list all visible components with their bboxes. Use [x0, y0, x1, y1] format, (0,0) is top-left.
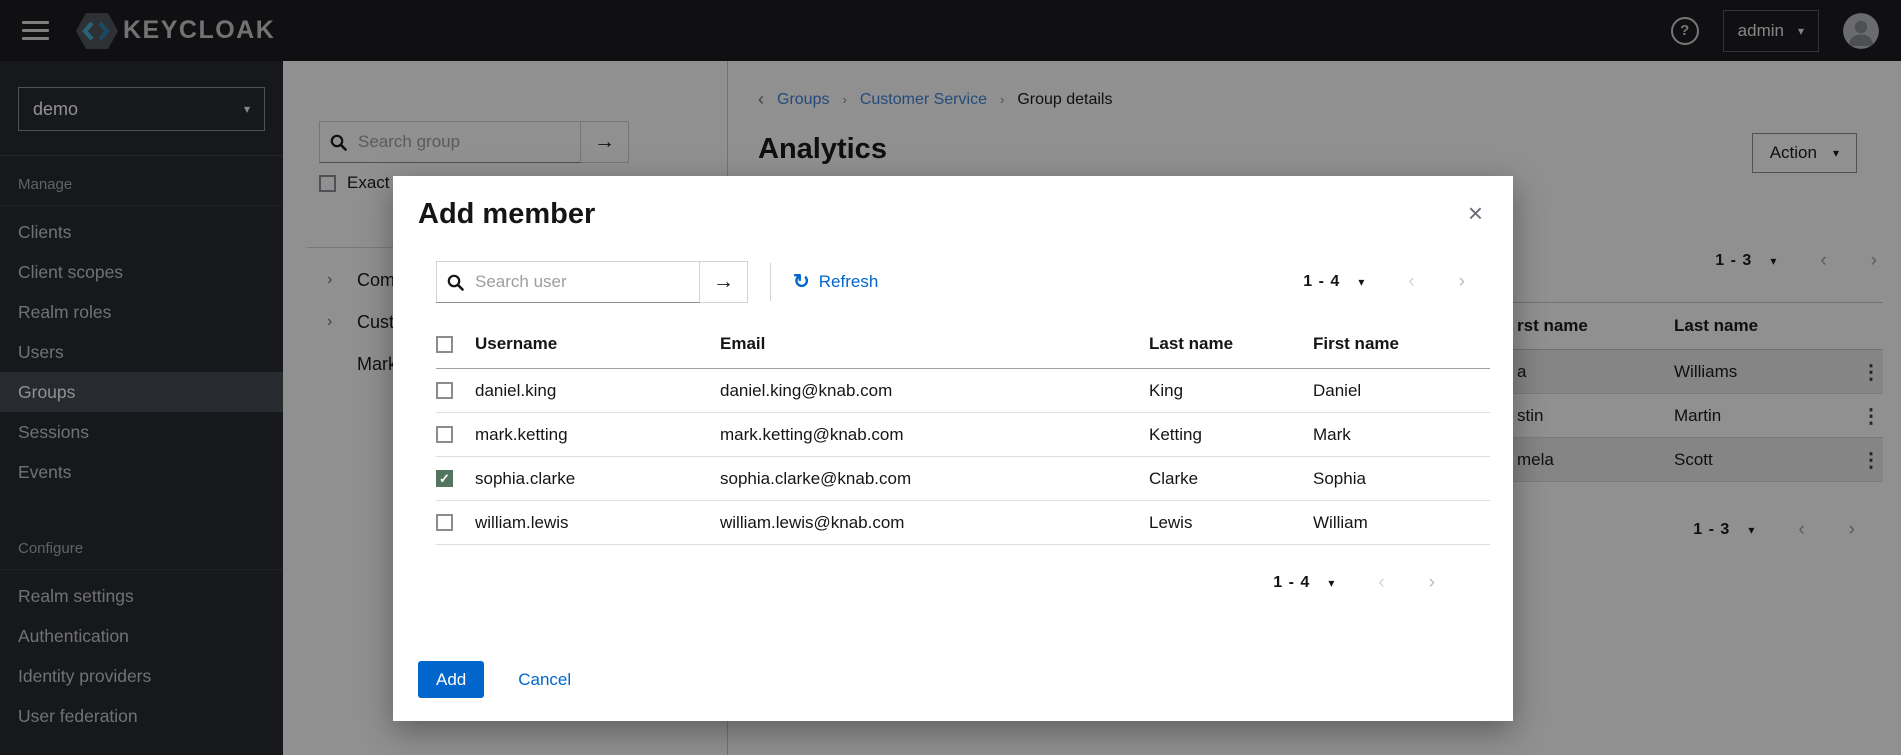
email-cell: sophia.clarke@knab.com: [720, 469, 1149, 489]
first-name-header: First name: [1313, 334, 1490, 354]
user-search-box: [436, 261, 700, 303]
modal-toolbar: → ↻ Refresh 1 - 4 ▾ ‹ ›: [436, 260, 1513, 304]
username-cell: mark.ketting: [475, 425, 720, 445]
first-name-cell: William: [1313, 513, 1490, 533]
refresh-button[interactable]: ↻ Refresh: [793, 272, 878, 292]
row-checkbox[interactable]: [436, 382, 453, 399]
app-root: KEYCLOAK ? admin ▾ demo ▾ Manage: [0, 0, 1901, 755]
user-search-bar: →: [436, 261, 748, 303]
check-icon: ✓: [439, 471, 450, 487]
close-icon[interactable]: ×: [1468, 200, 1483, 226]
modal-title: Add member: [418, 198, 595, 231]
username-header: Username: [475, 334, 720, 354]
username-cell: daniel.king: [475, 381, 720, 401]
row-checkbox[interactable]: [436, 514, 453, 531]
email-cell: daniel.king@knab.com: [720, 381, 1149, 401]
pagination-range[interactable]: 1 - 4: [1303, 273, 1340, 291]
email-cell: william.lewis@knab.com: [720, 513, 1149, 533]
row-checkbox[interactable]: [436, 426, 453, 443]
refresh-icon: ↻: [793, 272, 810, 292]
last-name-header: Last name: [1149, 334, 1313, 354]
last-name-cell: Clarke: [1149, 469, 1313, 489]
last-name-cell: King: [1149, 381, 1313, 401]
chevron-down-icon[interactable]: ▾: [1358, 276, 1364, 288]
username-cell: sophia.clarke: [475, 469, 720, 489]
pagination-prev-icon[interactable]: ‹: [1408, 271, 1414, 293]
add-button[interactable]: Add: [418, 661, 484, 698]
pagination-prev-icon[interactable]: ‹: [1378, 572, 1384, 594]
modal-footer: Add Cancel: [418, 661, 571, 698]
user-search-submit-button[interactable]: →: [700, 261, 748, 303]
modal-pagination-top: 1 - 4 ▾ ‹ ›: [1303, 271, 1465, 293]
search-icon: [447, 274, 464, 291]
first-name-cell: Sophia: [1313, 469, 1490, 489]
add-member-modal: Add member × → ↻ Refresh 1 - 4: [393, 176, 1513, 721]
table-row: ✓ sophia.clarke sophia.clarke@knab.com C…: [436, 457, 1490, 501]
pagination-range[interactable]: 1 - 4: [1273, 574, 1310, 592]
pagination-next-icon[interactable]: ›: [1429, 572, 1435, 594]
chevron-down-icon[interactable]: ▾: [1328, 577, 1334, 589]
pagination-next-icon[interactable]: ›: [1459, 271, 1465, 293]
toolbar-divider: [770, 263, 771, 301]
modal-pagination-bottom: 1 - 4 ▾ ‹ ›: [1273, 572, 1435, 594]
email-header: Email: [720, 334, 1149, 354]
username-cell: william.lewis: [475, 513, 720, 533]
email-cell: mark.ketting@knab.com: [720, 425, 1149, 445]
user-search-input[interactable]: [473, 271, 689, 293]
user-select-table: Username Email Last name First name dani…: [436, 320, 1490, 545]
table-row: daniel.king daniel.king@knab.com King Da…: [436, 369, 1490, 413]
table-row: mark.ketting mark.ketting@knab.com Ketti…: [436, 413, 1490, 457]
last-name-cell: Ketting: [1149, 425, 1313, 445]
table-row: william.lewis william.lewis@knab.com Lew…: [436, 501, 1490, 545]
cancel-button[interactable]: Cancel: [518, 670, 571, 690]
last-name-cell: Lewis: [1149, 513, 1313, 533]
row-checkbox-checked[interactable]: ✓: [436, 470, 453, 487]
first-name-cell: Daniel: [1313, 381, 1490, 401]
first-name-cell: Mark: [1313, 425, 1490, 445]
select-all-checkbox[interactable]: [436, 336, 453, 353]
user-table-header: Username Email Last name First name: [436, 320, 1490, 369]
refresh-label: Refresh: [819, 272, 879, 292]
